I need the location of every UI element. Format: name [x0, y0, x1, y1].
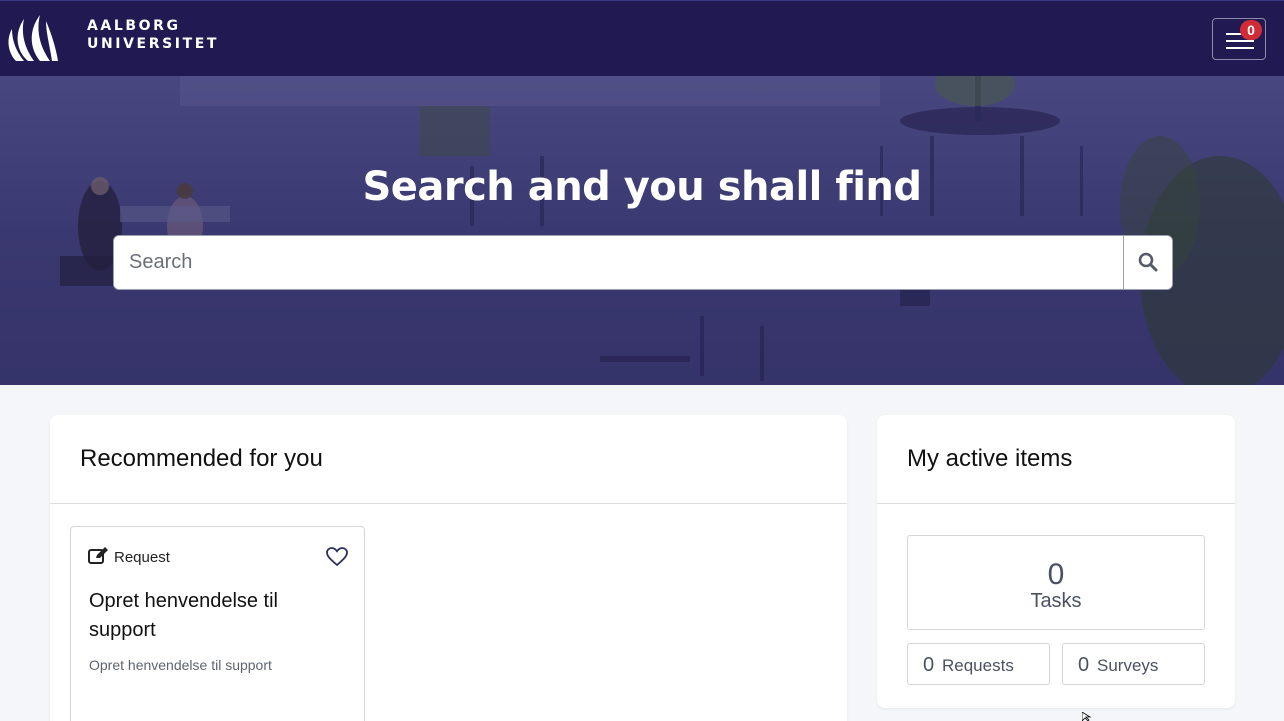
panel-header: Recommended for you [50, 415, 847, 504]
hero-banner: Search and you shall find [0, 76, 1284, 385]
surveys-count: 0 [1078, 654, 1090, 676]
requests-counter[interactable]: 0 Requests [907, 643, 1050, 685]
item-title: Opret henvendelse til support [89, 590, 279, 641]
search-button[interactable] [1123, 236, 1172, 289]
recommended-panel: Recommended for you Request Opret henven… [50, 415, 847, 721]
tasks-counter[interactable]: 0 Tasks [907, 535, 1205, 630]
favorite-heart-icon[interactable] [326, 547, 348, 567]
surveys-counter[interactable]: 0 Surveys [1062, 643, 1205, 685]
recommended-title: Recommended for you [80, 445, 323, 472]
brand-line-1: AALBORG [87, 18, 181, 34]
menu-bar-icon [1226, 40, 1254, 42]
edit-icon [88, 547, 108, 564]
active-items-panel: My active items 0 Tasks 0 Requests 0 Sur… [877, 415, 1235, 708]
aau-logo-icon[interactable] [6, 11, 62, 63]
surveys-label: Surveys [1097, 656, 1159, 675]
notification-badge: 0 [1240, 20, 1262, 40]
search-input[interactable] [114, 236, 1123, 289]
search-bar [113, 235, 1173, 290]
menu-bar-icon [1226, 47, 1254, 49]
item-description: Opret henvendelse til support [89, 657, 272, 673]
recommended-item-card[interactable]: Request Opret henvendelse til support Op… [70, 526, 365, 721]
hero-title: Search and you shall find [362, 164, 922, 210]
tasks-label: Tasks [1030, 590, 1082, 612]
top-navigation-bar: AALBORG UNIVERSITET 0 [0, 0, 1284, 76]
brand-name[interactable]: AALBORG UNIVERSITET [87, 17, 219, 53]
tasks-count: 0 [1047, 558, 1065, 591]
mouse-cursor-icon [1082, 712, 1092, 721]
brand-line-2: UNIVERSITET [87, 36, 220, 52]
search-icon [1138, 252, 1158, 272]
requests-label: Requests [942, 656, 1014, 675]
item-type-label: Request [114, 549, 170, 566]
requests-count: 0 [923, 654, 935, 676]
panel-header: My active items [877, 415, 1235, 504]
active-items-title: My active items [907, 445, 1073, 472]
hero-background-image [0, 76, 1284, 385]
